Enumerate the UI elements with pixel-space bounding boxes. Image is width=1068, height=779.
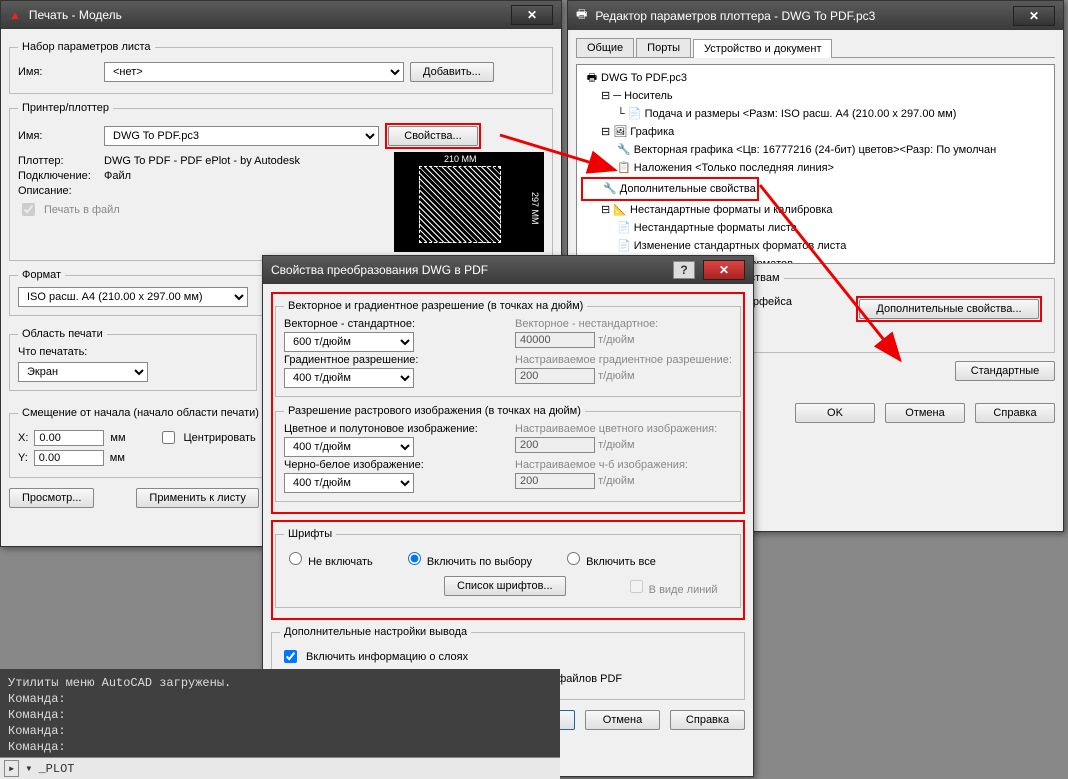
vecnon-input — [515, 332, 595, 348]
color-select[interactable]: 400 т/дюйм — [284, 437, 414, 457]
center-label: Центрировать — [184, 432, 256, 444]
gradnon-input — [515, 368, 595, 384]
pageset-name-select[interactable]: <нет> — [104, 62, 404, 82]
close-icon[interactable]: ✕ — [703, 260, 745, 280]
std-button[interactable]: Стандартные — [955, 361, 1055, 381]
fonts-sel-radio[interactable]: Включить по выбору — [403, 549, 532, 568]
layers-label: Включить информацию о слоях — [306, 651, 468, 663]
command-input-bar: ▸ ▾ _PLOT — [0, 757, 560, 779]
desc-label: Описание: — [18, 185, 98, 197]
fonts-none-radio[interactable]: Не включать — [284, 549, 373, 568]
fonts-all-radio[interactable]: Включить все — [562, 549, 656, 568]
tree-layers[interactable]: 📋 Наложения <Только последняя линия> — [581, 159, 1050, 177]
offset-x-label: X: — [18, 432, 28, 444]
cmd-icon: ▸ — [4, 760, 19, 777]
plotter-title: Редактор параметров плоттера - DWG To PD… — [595, 9, 875, 23]
vecstd-select[interactable]: 600 т/дюйм — [284, 332, 414, 352]
offset-y-label: Y: — [18, 452, 28, 464]
bwnon-label: Настраиваемое ч-б изображения: — [515, 459, 732, 471]
area-what-select[interactable]: Экран — [18, 362, 148, 382]
vec-legend: Векторное и градиентное разрешение (в то… — [284, 300, 587, 312]
dwgpdf-help-button[interactable]: Справка — [670, 710, 745, 730]
fonts-lines-checkbox: В виде линий — [626, 577, 718, 596]
plotter-tree[interactable]: 🖶DWG To PDF.pc3 ⊟ ─ Носитель └ 📄 Подача … — [576, 64, 1055, 264]
plotter-titlebar: 🖶 Редактор параметров плоттера - DWG To … — [568, 1, 1063, 30]
plotter-value: DWG To PDF - PDF ePlot - by Autodesk — [104, 155, 300, 167]
gradnon-label: Настраиваемое градиентное разрешение: — [515, 354, 732, 366]
raster-legend: Разрешение растрового изображения (в точ… — [284, 405, 585, 417]
printer-legend: Принтер/плоттер — [18, 102, 113, 114]
pageset-add-button[interactable]: Добавить... — [410, 62, 494, 82]
print-to-file-checkbox — [22, 203, 35, 216]
color-label: Цветное и полутоновое изображение: — [284, 423, 501, 435]
dwgpdf-title: Свойства преобразования DWG в PDF — [271, 263, 488, 277]
offset-y-unit: мм — [110, 452, 125, 464]
cmd-prompt[interactable]: _PLOT — [38, 762, 556, 776]
layers-checkbox[interactable] — [284, 650, 297, 663]
fonts-legend: Шрифты — [284, 528, 336, 540]
plotter-icon: 🖶 — [576, 5, 587, 26]
colornon-label: Настраиваемое цветного изображения: — [515, 423, 732, 435]
vecstd-label: Векторное - стандартное: — [284, 318, 501, 330]
help-icon[interactable]: ? — [673, 261, 695, 279]
tree-custom-props[interactable]: 🔧 Дополнительные свойства — [581, 177, 759, 201]
format-legend: Формат — [18, 269, 65, 281]
command-line: Утилиты меню AutoCAD загружены.Команда:К… — [0, 669, 560, 761]
offset-x-input[interactable] — [34, 430, 104, 446]
tree-nonstdsheet[interactable]: 📄 Нестандартные форматы листа — [581, 219, 1050, 237]
plotter-help-button[interactable]: Справка — [975, 403, 1055, 423]
tree-nonstd[interactable]: ⊟ 📐 Нестандартные форматы и калибровка — [581, 201, 1050, 219]
tree-stdchange[interactable]: 📄 Изменение стандартных форматов листа — [581, 237, 1050, 255]
preview-button[interactable]: Просмотр... — [9, 488, 94, 508]
print-title: Печать - Модель — [29, 8, 122, 22]
printer-props-button[interactable]: Свойства... — [388, 126, 478, 146]
colornon-input — [515, 437, 595, 453]
print-to-file-label: Печать в файл — [44, 204, 120, 216]
bw-label: Черно-белое изображение: — [284, 459, 501, 471]
tree-graphics[interactable]: ⊟ 🖼 Графика — [581, 123, 1050, 141]
cmd-caret-icon: ▾ — [25, 761, 32, 776]
printer-name-select[interactable]: DWG To PDF.pc3 — [104, 126, 379, 146]
offset-y-input[interactable] — [34, 450, 104, 466]
font-list-button[interactable]: Список шрифтов... — [444, 576, 566, 596]
tree-media[interactable]: ⊟ ─ Носитель — [581, 87, 1050, 105]
tab-ports[interactable]: Порты — [636, 38, 691, 57]
close-icon[interactable]: ✕ — [511, 5, 553, 25]
print-titlebar: ▲ Печать - Модель ✕ — [1, 1, 561, 29]
vecnon-label: Векторное - нестандартное: — [515, 318, 732, 330]
tab-general[interactable]: Общие — [576, 38, 634, 57]
pageset-name-label: Имя: — [18, 66, 98, 78]
plotter-cancel-button[interactable]: Отмена — [885, 403, 965, 423]
extra-legend: Дополнительные настройки вывода — [280, 626, 471, 638]
bwnon-input — [515, 473, 595, 489]
area-what-label: Что печатать: — [18, 346, 248, 358]
autocad-icon: ▲ — [9, 8, 21, 22]
printer-name-label: Имя: — [18, 130, 98, 142]
tree-vector[interactable]: 🔧 Векторная графика <Цв: 16777216 (24-би… — [581, 141, 1050, 159]
plotter-ok-button[interactable]: OK — [795, 403, 875, 423]
offset-x-unit: мм — [110, 432, 125, 444]
grad-label: Градиентное разрешение: — [284, 354, 501, 366]
paper-preview: 210 MM 297 MM — [394, 152, 544, 252]
pageset-legend: Набор параметров листа — [18, 41, 155, 53]
area-legend: Область печати — [18, 328, 107, 340]
tab-device[interactable]: Устройство и документ — [693, 39, 832, 58]
close-icon[interactable]: ✕ — [1013, 6, 1055, 26]
grad-select[interactable]: 400 т/дюйм — [284, 368, 414, 388]
custom-props-button[interactable]: Дополнительные свойства... — [859, 299, 1039, 319]
center-checkbox[interactable] — [162, 431, 175, 444]
format-select[interactable]: ISO расш. A4 (210.00 x 297.00 мм) — [18, 287, 248, 307]
conn-label: Подключение: — [18, 170, 98, 182]
offset-legend: Смещение от начала (начало области печат… — [18, 407, 263, 419]
plotter-label: Плоттер: — [18, 155, 98, 167]
tree-root[interactable]: 🖶DWG To PDF.pc3 — [581, 69, 1050, 87]
dwgpdf-titlebar: Свойства преобразования DWG в PDF ? ✕ — [263, 256, 753, 284]
bw-select[interactable]: 400 т/дюйм — [284, 473, 414, 493]
conn-value: Файл — [104, 170, 131, 182]
dwgpdf-cancel-button[interactable]: Отмена — [585, 710, 660, 730]
plotter-tabs: Общие Порты Устройство и документ — [576, 38, 1055, 58]
apply-button[interactable]: Применить к листу — [136, 488, 259, 508]
tree-feed[interactable]: └ 📄 Подача и размеры <Разм: ISO расш. A4… — [581, 105, 1050, 123]
